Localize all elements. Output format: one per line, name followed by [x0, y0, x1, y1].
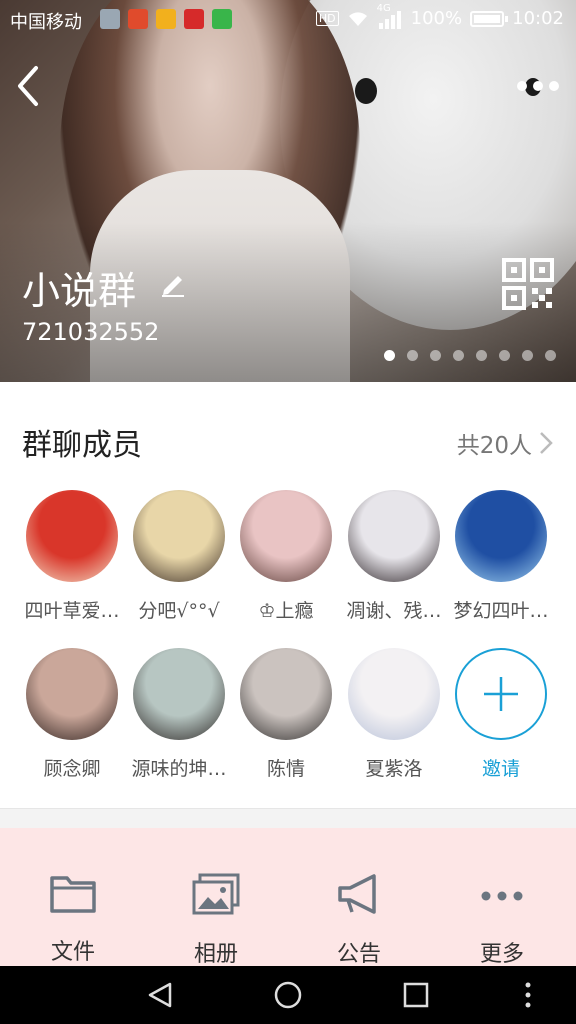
member-item[interactable]: 梦幻四叶… [447, 490, 555, 623]
toolbar-label: 更多 [479, 942, 524, 967]
member-avatar [348, 648, 440, 740]
app-notification-icon [156, 9, 176, 29]
nav-menu-icon[interactable] [512, 980, 544, 1010]
member-name: 夏紫洛 [365, 758, 423, 780]
member-name: 分吧√°°√ [138, 600, 220, 622]
megaphone-icon [338, 874, 376, 914]
pager-dot [407, 350, 418, 361]
member-avatar [455, 490, 547, 582]
group-toolbar: 文件 相册 公告 更多 [0, 828, 576, 968]
plus-icon [484, 677, 518, 711]
invite-label: 邀请 [481, 758, 520, 780]
wifi-icon [348, 11, 367, 26]
status-bar: 中国移动 HD 4G 100% 10:02 [0, 0, 576, 38]
group-cover-photo[interactable]: 中国移动 HD 4G 100% 10:02 小说群 721032552 [0, 0, 576, 382]
more-options-button[interactable] [516, 74, 560, 98]
notification-icons [100, 9, 232, 29]
toolbar-notice-button[interactable]: 公告 [309, 872, 409, 968]
app-notification-icon [212, 9, 232, 29]
pager-dot [453, 350, 464, 361]
member-avatar [348, 490, 440, 582]
member-avatar [26, 648, 118, 740]
back-button[interactable] [12, 64, 46, 108]
members-count-link[interactable]: 共20人 [457, 426, 554, 460]
member-avatar [240, 490, 332, 582]
carrier-label: 中国移动 [10, 12, 82, 33]
pager-dot [430, 350, 441, 361]
app-notification-icon [128, 9, 148, 29]
edit-name-icon[interactable] [158, 268, 188, 298]
hd-icon: HD [315, 11, 339, 26]
member-item[interactable]: 凋谢、残… [340, 490, 448, 623]
group-name[interactable]: 小说群 [22, 260, 136, 315]
pager-dot [384, 350, 395, 361]
album-icon [192, 873, 240, 915]
nav-home-icon[interactable] [272, 980, 304, 1010]
member-avatar [133, 490, 225, 582]
toolbar-label: 相册 [193, 942, 238, 967]
member-avatar [133, 648, 225, 740]
member-item[interactable]: ♔上瘾 [232, 490, 340, 623]
battery-percent: 100% [410, 8, 463, 29]
app-notification-icon [100, 9, 120, 29]
nav-recents-icon[interactable] [400, 980, 432, 1010]
member-name: 顾念卿 [43, 758, 101, 780]
cover-bear-eye [355, 78, 377, 104]
members-count: 共20人 [456, 433, 532, 459]
member-item[interactable]: 源味的坤… [125, 648, 233, 781]
member-name: 凋谢、残… [346, 600, 442, 622]
group-id: 721032552 [22, 318, 160, 346]
pager-dot [545, 350, 556, 361]
pager-dot [522, 350, 533, 361]
member-avatar [240, 648, 332, 740]
member-item[interactable]: 顾念卿 [18, 648, 126, 781]
member-name: 陈情 [266, 758, 305, 780]
member-item[interactable]: 分吧√°°√ [125, 490, 233, 623]
toolbar-label: 公告 [336, 942, 381, 967]
toolbar-more-button[interactable]: 更多 [452, 872, 552, 968]
toolbar-label: 文件 [50, 940, 95, 965]
member-item[interactable]: 四叶草爱… [18, 490, 126, 623]
pager-dot [499, 350, 510, 361]
more-horizontal-icon [481, 891, 523, 901]
photo-pager [384, 350, 556, 361]
member-name: 源味的坤… [131, 758, 227, 780]
member-name: 四叶草爱… [24, 600, 120, 622]
member-avatar [26, 490, 118, 582]
toolbar-files-button[interactable]: 文件 [23, 872, 123, 966]
toolbar-album-button[interactable]: 相册 [166, 872, 266, 968]
chevron-right-icon [540, 432, 553, 454]
nav-back-icon[interactable] [144, 980, 176, 1010]
folder-icon [50, 876, 96, 913]
app-notification-icon [184, 9, 204, 29]
system-nav-bar [0, 966, 576, 1024]
member-item[interactable]: 陈情 [232, 648, 340, 781]
members-title: 群聊成员 [22, 428, 142, 463]
invite-circle [455, 648, 547, 740]
section-divider [0, 808, 576, 828]
pager-dot [476, 350, 487, 361]
member-name: ♔上瘾 [258, 600, 314, 622]
signal-icon: 4G [377, 3, 403, 29]
clock: 10:02 [512, 8, 564, 29]
battery-icon [470, 10, 509, 27]
invite-button[interactable]: 邀请 [447, 648, 555, 781]
member-name: 梦幻四叶… [453, 600, 549, 622]
qr-code-icon[interactable] [502, 258, 554, 310]
member-item[interactable]: 夏紫洛 [340, 648, 448, 781]
